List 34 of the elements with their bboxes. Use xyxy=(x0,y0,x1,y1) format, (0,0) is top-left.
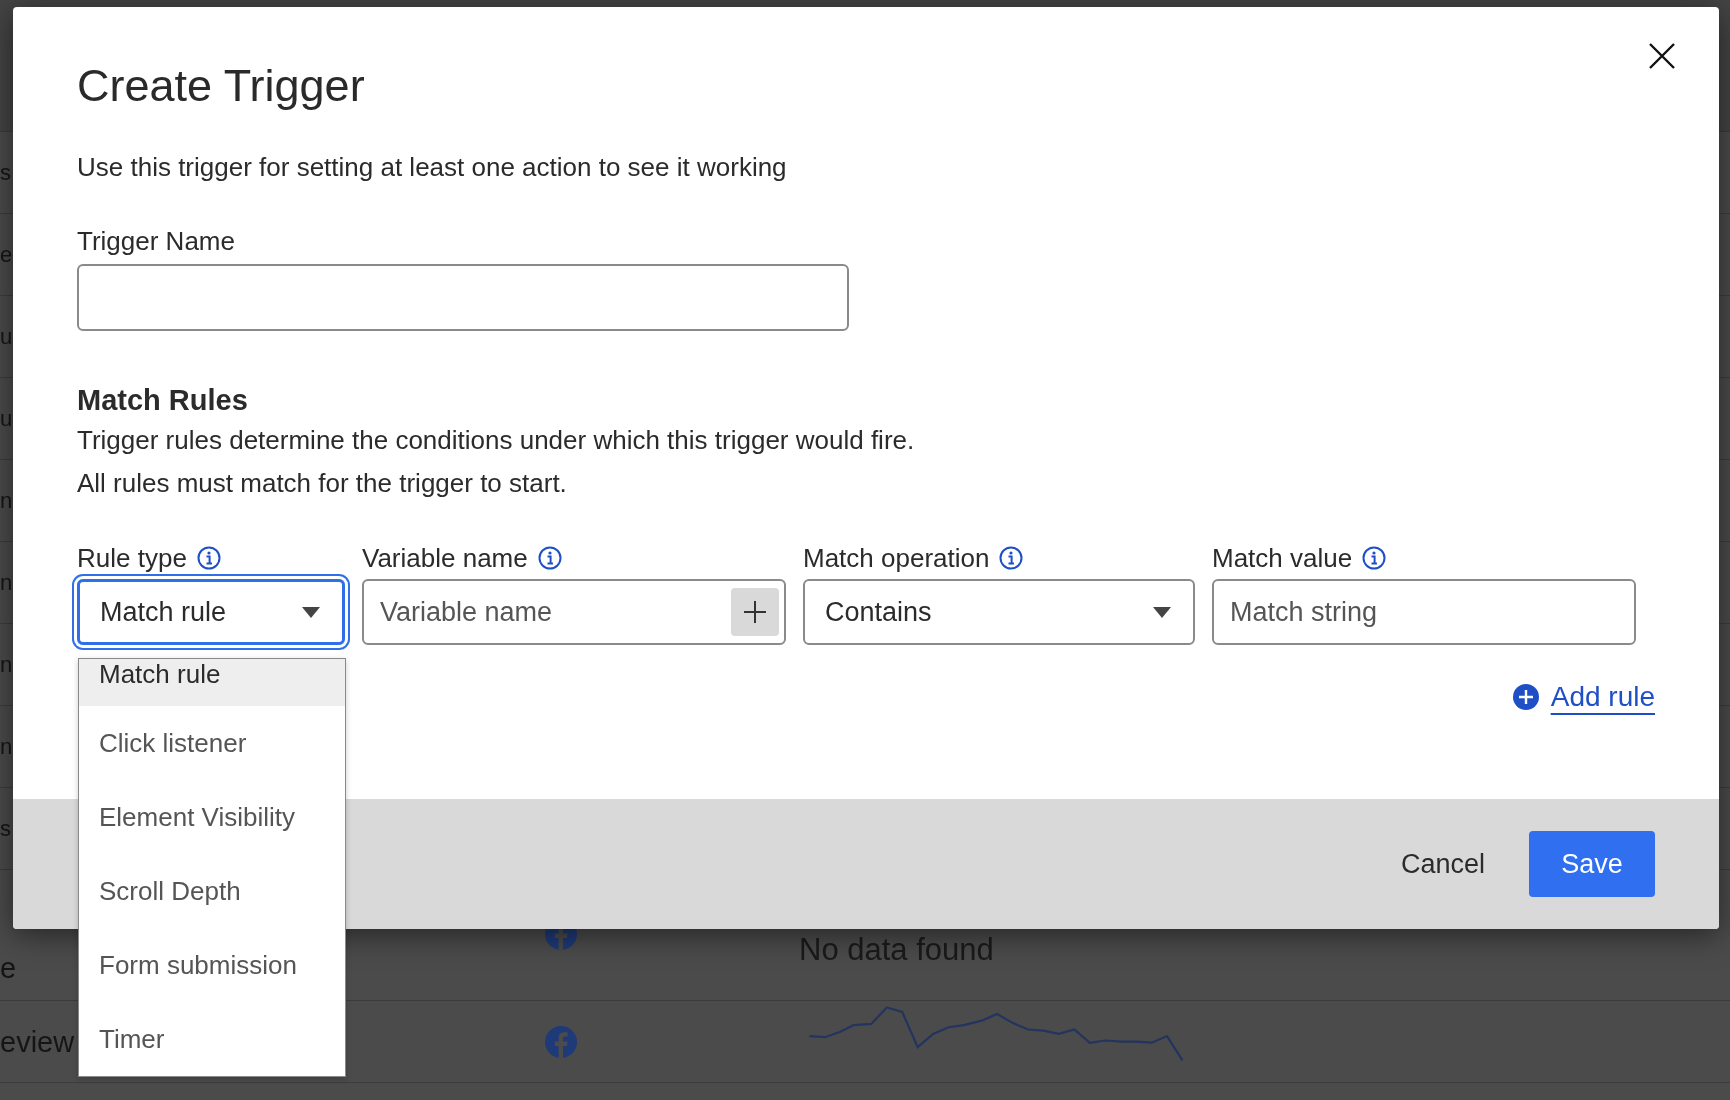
save-button[interactable]: Save xyxy=(1529,831,1655,897)
input-field[interactable]: Match string xyxy=(1212,579,1636,645)
info-icon[interactable] xyxy=(537,546,562,570)
info-icon[interactable] xyxy=(1362,546,1387,570)
field-label: Variable name xyxy=(362,542,528,575)
add-rule-link[interactable]: Add rule xyxy=(1512,681,1655,713)
field-label: Match value xyxy=(1212,542,1353,575)
info-icon[interactable] xyxy=(999,546,1024,570)
dropdown-option[interactable]: Scroll Depth xyxy=(79,854,345,928)
dropdown-option[interactable]: Element Visibility xyxy=(79,780,345,854)
caret-icon xyxy=(302,606,320,618)
section-description: Trigger rules determine the conditions under which this trigger would fire. xyxy=(77,424,916,457)
dropdown-option[interactable]: Form submission xyxy=(79,928,345,1002)
plus-icon xyxy=(743,600,767,624)
select-field[interactable]: Contains xyxy=(803,579,1195,645)
dialog-title: Create Trigger xyxy=(77,59,366,113)
dialog-description: Use this trigger for setting at least one action to see it working xyxy=(77,151,788,184)
cancel-button[interactable]: Cancel xyxy=(1400,838,1485,890)
dropdown-option[interactable]: Timer xyxy=(79,1002,345,1076)
close-icon[interactable] xyxy=(1649,43,1675,69)
field-label: Match operation xyxy=(803,542,990,575)
section-heading: Match Rules xyxy=(77,383,249,418)
dropdown-option[interactable]: Match rule xyxy=(79,659,345,706)
input-field[interactable]: Variable name xyxy=(362,579,786,645)
plus-circle-icon xyxy=(1512,684,1539,710)
info-icon[interactable] xyxy=(196,546,221,570)
caret-icon xyxy=(1153,606,1171,618)
field-label: Rule type xyxy=(77,542,187,575)
dropdown-option[interactable]: Click listener xyxy=(79,706,345,780)
field-label: Trigger Name xyxy=(77,225,236,258)
social-icon xyxy=(545,1026,577,1058)
section-description: All rules must match for the trigger to start. xyxy=(77,467,568,500)
add-button[interactable] xyxy=(731,588,779,636)
input-field[interactable] xyxy=(77,264,849,331)
